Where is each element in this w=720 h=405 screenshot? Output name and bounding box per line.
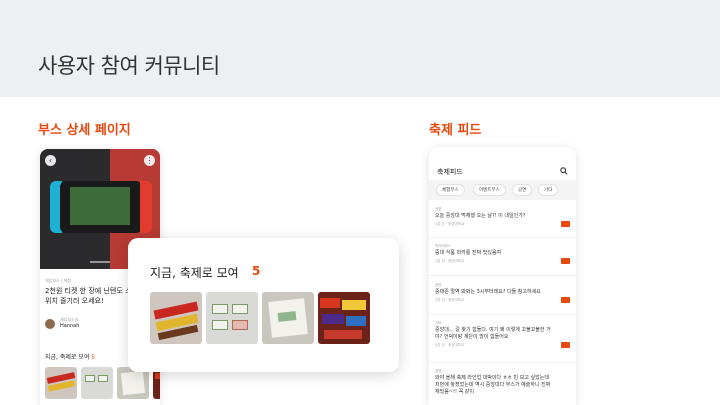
chip-performance[interactable]: 공연	[512, 184, 533, 196]
feed-post[interactable]: 공연 중대존 멀역 봐봐는 3시부터래요? 다들 참고하세요 3분 전 · 중앙…	[435, 283, 570, 303]
search-icon[interactable]	[560, 167, 568, 175]
popup-title: 지금, 축제로 모여	[150, 266, 239, 280]
gallery-thumbnail[interactable]	[45, 367, 77, 399]
comment-icon[interactable]	[561, 297, 570, 303]
gallery-thumbnail[interactable]	[81, 367, 113, 399]
booth-headline: 2천원 티켓 한 장에 닌텐도 스위치 즐기러 오세요!	[45, 287, 132, 305]
chip-experience-booth[interactable]: 체험부스	[436, 184, 465, 196]
feed-title: 축제피드	[437, 168, 463, 176]
feed-post[interactable]: 공연 와야 올해 축제 라인업 대박이다 ㅎㅎ 빈 보고 싶었는데 저번에 놓쳤…	[435, 369, 570, 396]
author-name: Hannah	[60, 323, 80, 329]
feed-post[interactable]: 공연 오늘 중앙대 먹채행 오는 날?! 이 내일인가? 1분 전 · 중앙대학…	[435, 207, 570, 227]
chip-event-booth[interactable]: 이벤트부스	[473, 184, 506, 196]
comment-icon[interactable]	[561, 221, 570, 227]
page-title: 사용자 참여 커뮤니티	[38, 54, 220, 78]
popup-thumbnail[interactable]	[318, 292, 370, 344]
popup-count: 5	[252, 264, 261, 278]
feed-post[interactable]: 기타 중앙대... 길 찾기 힘들다. 여기 왜 이렇게 꼬불꼬불한 거야? 언…	[435, 321, 570, 348]
comment-icon[interactable]	[561, 342, 570, 348]
header-band	[0, 0, 720, 97]
festival-feed-phone: 축제피드 체험부스 이벤트부스 공연 기타 공연 오늘 중앙대 먹채행 오는 날…	[429, 147, 576, 405]
popup-thumbnail[interactable]	[150, 292, 202, 344]
popup-thumbnail[interactable]	[206, 292, 258, 344]
feed-section-title: 축제 피드	[429, 123, 482, 138]
booth-gallery-label: 지금, 축제로 모여 5	[45, 354, 96, 361]
chevron-left-icon[interactable]: ‹	[45, 155, 56, 166]
gallery-popup-card: 지금, 축제로 모여 5	[128, 238, 399, 372]
carousel-indicator	[90, 261, 110, 263]
booth-section-title: 부스 상세 페이지	[38, 123, 131, 138]
comment-icon[interactable]	[561, 258, 570, 264]
more-vertical-icon[interactable]: ⋮	[144, 155, 155, 166]
chip-etc[interactable]: 기타	[538, 184, 559, 196]
feed-post[interactable]: 먹거리부스 중대 식품 마카롱 진짜 맛있음여 1분 전 · 중앙대학교	[435, 244, 570, 264]
popup-thumbnail[interactable]	[262, 292, 314, 344]
avatar	[45, 319, 55, 329]
booth-tag: 게임부스 | 체험	[45, 278, 71, 283]
